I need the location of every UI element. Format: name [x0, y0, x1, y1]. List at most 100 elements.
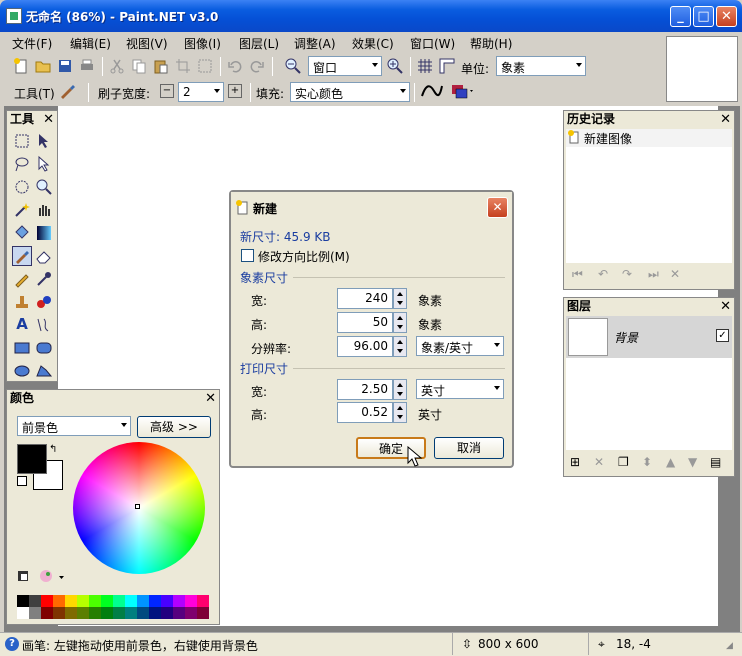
paintbrush-icon[interactable] [58, 82, 76, 100]
rounded-rectangle-icon[interactable] [34, 338, 54, 358]
menu-edit[interactable]: 编辑(E) [70, 35, 111, 52]
cancel-button[interactable]: 取消 [434, 437, 504, 459]
text-tool-icon[interactable]: A [12, 315, 32, 335]
palette-swatch[interactable] [41, 595, 53, 607]
layer-visibility-checkbox[interactable]: ✓ [716, 329, 729, 342]
list-item[interactable]: 背景 ✓ [566, 316, 732, 358]
fast-forward-icon[interactable]: ⏭ [648, 267, 659, 282]
resize-grip-icon[interactable]: ◢ [726, 641, 733, 651]
add-color-icon[interactable] [17, 570, 31, 584]
recolor-icon[interactable] [34, 292, 54, 312]
deselect-icon[interactable] [196, 57, 214, 75]
height-input[interactable]: 50 [337, 312, 393, 333]
tool-label[interactable]: 工具(T) [14, 85, 55, 102]
palette-swatch[interactable] [185, 595, 197, 607]
fill-combo[interactable]: 实心颜色 [290, 82, 410, 102]
increase-width-button[interactable]: + [228, 84, 242, 98]
palette-swatch[interactable] [65, 607, 77, 619]
palette-swatch[interactable] [53, 595, 65, 607]
menu-help[interactable]: 帮助(H) [470, 35, 512, 52]
move-layer-down-icon[interactable]: ▼ [688, 455, 697, 469]
palette-swatch[interactable] [125, 607, 137, 619]
antialias-icon[interactable] [420, 82, 446, 100]
clone-stamp-icon[interactable] [12, 292, 32, 312]
palette-swatch[interactable] [197, 595, 209, 607]
brush-width-combo[interactable]: 2 [178, 82, 224, 102]
zoom-in-icon[interactable] [386, 57, 404, 75]
ellipse-select-icon[interactable] [12, 177, 32, 197]
palette-swatch[interactable] [161, 595, 173, 607]
grid-icon[interactable] [416, 57, 434, 75]
height-spinner[interactable] [393, 312, 407, 333]
decrease-width-button[interactable]: − [160, 84, 174, 98]
move-selection-icon[interactable] [34, 131, 54, 151]
minimize-button[interactable]: _ [670, 6, 691, 27]
eraser-icon[interactable] [34, 246, 54, 266]
delete-layer-icon[interactable]: ✕ [594, 455, 604, 469]
advanced-button[interactable]: 高级 >> [137, 416, 211, 438]
zoom-combo[interactable]: 窗口 [308, 56, 382, 76]
redo-history-icon[interactable]: ↷ [622, 267, 632, 281]
menu-effects[interactable]: 效果(C) [352, 35, 394, 52]
rewind-icon[interactable]: ⏮ [572, 267, 583, 282]
close-icon[interactable]: ✕ [720, 298, 731, 315]
duplicate-layer-icon[interactable]: ❐ [618, 455, 629, 469]
resolution-input[interactable]: 96.00 [337, 336, 393, 357]
primary-color-swatch[interactable] [17, 444, 47, 474]
palette-swatch[interactable] [173, 595, 185, 607]
palette-swatch[interactable] [65, 595, 77, 607]
palette-menu-icon[interactable] [39, 568, 67, 584]
pencil-icon[interactable] [12, 269, 32, 289]
color-picker-icon[interactable] [34, 269, 54, 289]
palette-swatch[interactable] [161, 607, 173, 619]
width-input[interactable]: 240 [337, 288, 393, 309]
gradient-icon[interactable] [34, 223, 54, 243]
print-width-spinner[interactable] [393, 379, 407, 400]
new-file-icon[interactable] [12, 57, 30, 75]
palette-swatch[interactable] [125, 595, 137, 607]
color-wheel[interactable] [73, 442, 205, 574]
keep-ratio-label[interactable]: 修改方向比例(M) [258, 248, 350, 265]
width-spinner[interactable] [393, 288, 407, 309]
lasso-icon[interactable] [12, 154, 32, 174]
palette-swatch[interactable] [113, 607, 125, 619]
palette-swatch[interactable] [173, 607, 185, 619]
palette-swatch[interactable] [17, 595, 29, 607]
close-icon[interactable]: ✕ [43, 111, 54, 128]
crop-icon[interactable] [174, 57, 192, 75]
palette-swatch[interactable] [185, 607, 197, 619]
menu-view[interactable]: 视图(V) [126, 35, 168, 52]
undo-history-icon[interactable]: ↶ [598, 267, 608, 281]
ellipse-icon[interactable] [12, 361, 32, 381]
paint-bucket-icon[interactable] [12, 223, 32, 243]
swap-colors-icon[interactable]: ↰ [49, 444, 57, 455]
delete-history-icon[interactable]: ✕ [670, 267, 680, 281]
print-height-spinner[interactable] [393, 402, 407, 423]
layer-properties-icon[interactable]: ▤ [710, 455, 721, 469]
palette-swatch[interactable] [149, 595, 161, 607]
merge-layer-icon[interactable]: ⬍ [642, 455, 652, 469]
palette-swatch[interactable] [89, 595, 101, 607]
print-width-input[interactable]: 2.50 [337, 379, 393, 400]
palette-swatch[interactable] [197, 607, 209, 619]
keep-ratio-checkbox[interactable] [241, 249, 254, 262]
print-height-input[interactable]: 0.52 [337, 402, 393, 423]
menu-adjust[interactable]: 调整(A) [294, 35, 336, 52]
unit-combo[interactable]: 象素 [496, 56, 586, 76]
copy-icon[interactable] [130, 57, 148, 75]
zoom-out-icon[interactable] [284, 57, 302, 75]
save-icon[interactable] [56, 57, 74, 75]
palette-swatch[interactable] [89, 607, 101, 619]
menu-layers[interactable]: 图层(L) [239, 35, 279, 52]
undo-icon[interactable] [226, 57, 244, 75]
color-mode-combo[interactable]: 前景色 [17, 416, 131, 436]
close-button[interactable]: ✕ [716, 6, 737, 27]
palette-swatch[interactable] [53, 607, 65, 619]
palette-swatch[interactable] [101, 595, 113, 607]
palette-swatch[interactable] [101, 607, 113, 619]
line-curve-icon[interactable] [34, 315, 54, 335]
redo-icon[interactable] [248, 57, 266, 75]
menu-image[interactable]: 图像(I) [184, 35, 221, 52]
thumbnail-preview[interactable] [666, 36, 738, 102]
move-layer-up-icon[interactable]: ▲ [666, 455, 675, 469]
